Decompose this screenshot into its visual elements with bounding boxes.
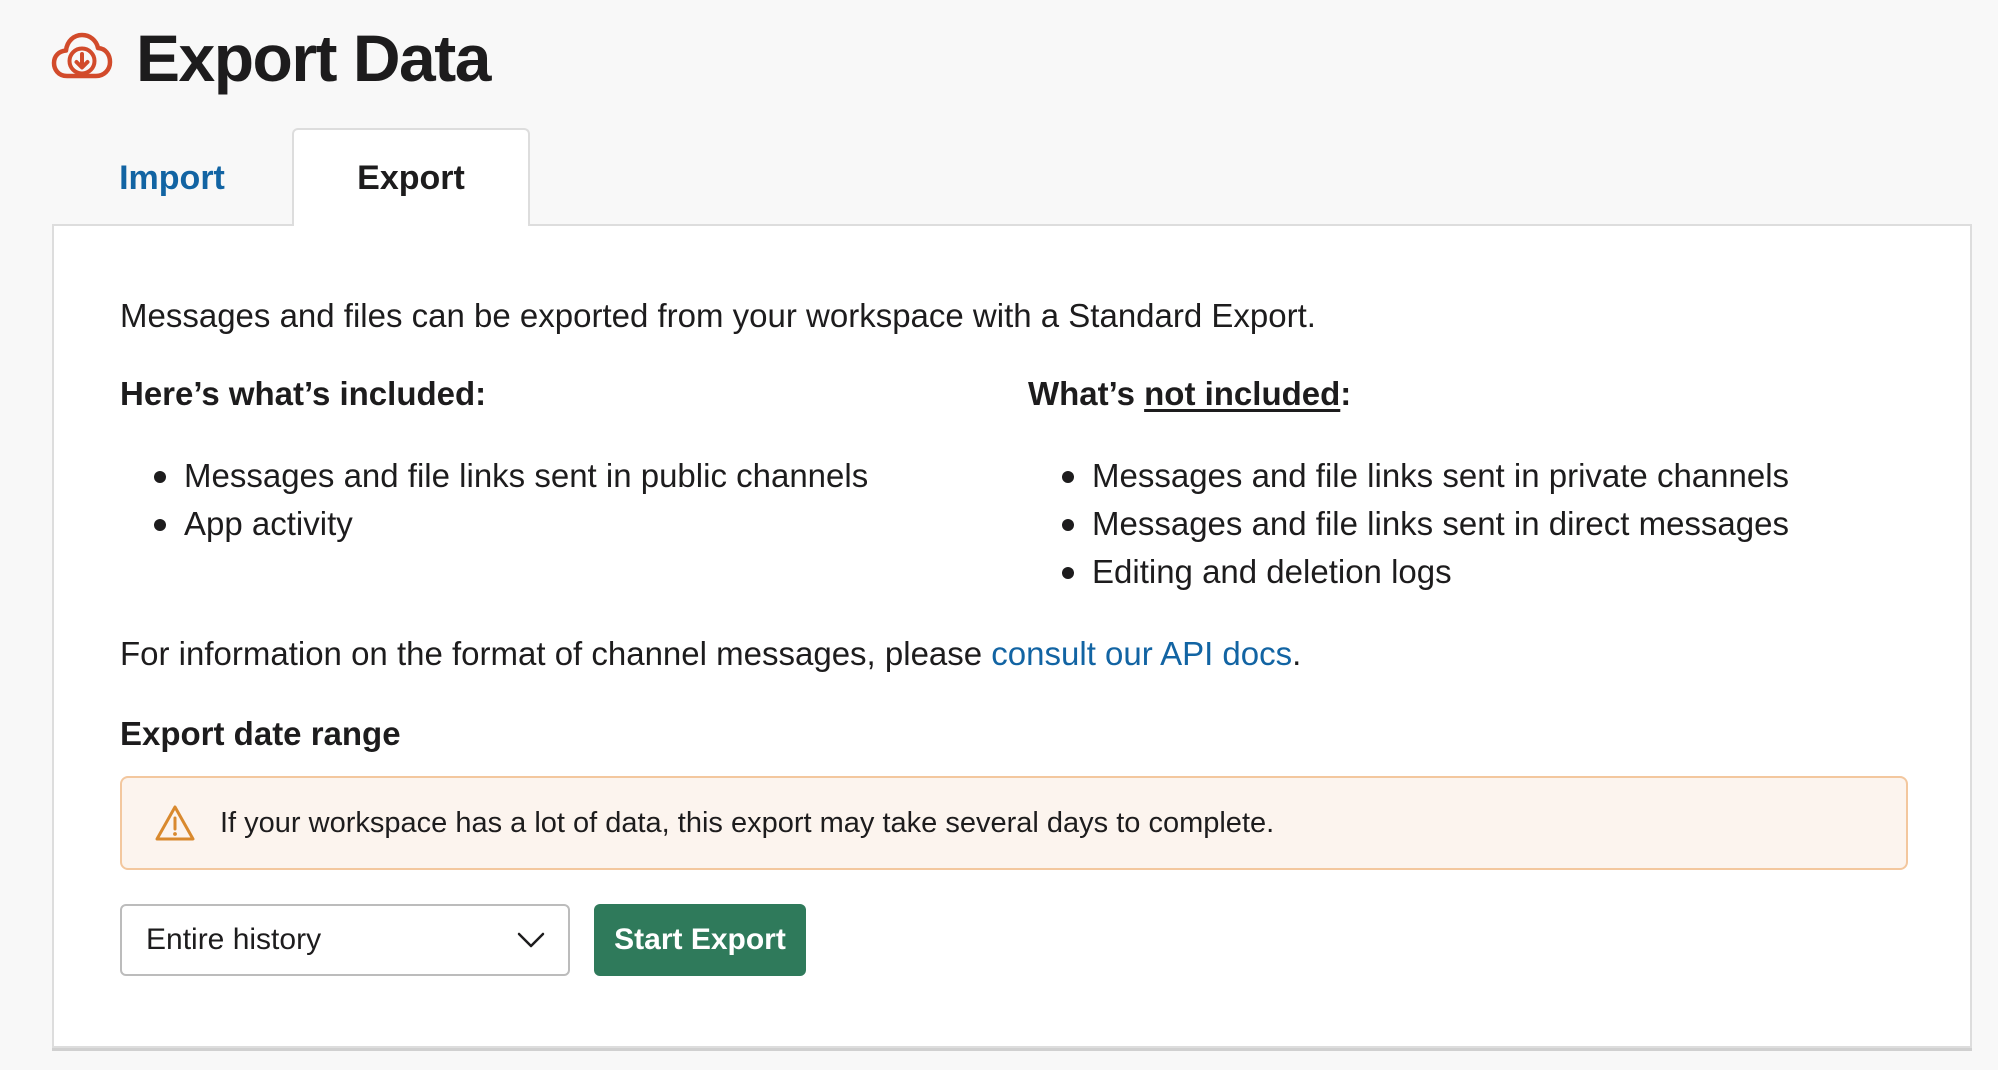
page-title: Export Data (136, 21, 491, 95)
not-included-list: Messages and file links sent in private … (1028, 452, 1789, 596)
warning-triangle-icon (154, 804, 196, 842)
list-item: App activity (153, 500, 868, 548)
start-export-button[interactable]: Start Export (594, 904, 806, 976)
included-heading: Here’s what’s included: (120, 375, 487, 412)
intro-text: Messages and files can be exported from … (120, 297, 1316, 334)
page-header: Export Data (50, 21, 491, 95)
warning-banner: If your workspace has a lot of data, thi… (120, 776, 1908, 870)
heading-prefix: What’s (1028, 375, 1145, 412)
heading-emphasis: not included (1144, 375, 1341, 412)
date-range-heading: Export date range (120, 715, 401, 752)
included-list: Messages and file links sent in public c… (120, 452, 868, 548)
api-info-text: For information on the format of channel… (120, 634, 1301, 674)
chevron-down-icon (516, 931, 546, 949)
list-item: Messages and file links sent in direct m… (1061, 500, 1789, 548)
api-docs-link[interactable]: consult our API docs (991, 635, 1292, 672)
info-prefix: For information on the format of channel… (120, 635, 992, 672)
list-item: Messages and file links sent in public c… (153, 452, 868, 500)
tab-import[interactable]: Import (52, 130, 292, 226)
info-suffix: . (1292, 635, 1302, 672)
heading-suffix: : (1340, 375, 1352, 412)
date-range-select[interactable]: Entire history (120, 904, 570, 976)
included-section: Here’s what’s included: Messages and fil… (120, 374, 868, 548)
list-item: Editing and deletion logs (1061, 548, 1789, 596)
date-range-value: Entire history (146, 923, 322, 956)
tab-export[interactable]: Export (292, 128, 530, 226)
export-panel: Messages and files can be exported from … (52, 224, 1972, 1048)
not-included-heading: What’s not included: (1028, 374, 1789, 414)
not-included-section: What’s not included: Messages and file l… (1028, 374, 1789, 596)
list-item: Messages and file links sent in private … (1061, 452, 1789, 500)
tab-bar: Import Export (52, 128, 530, 226)
warning-text: If your workspace has a lot of data, thi… (220, 806, 1275, 839)
cloud-download-icon (50, 26, 114, 90)
